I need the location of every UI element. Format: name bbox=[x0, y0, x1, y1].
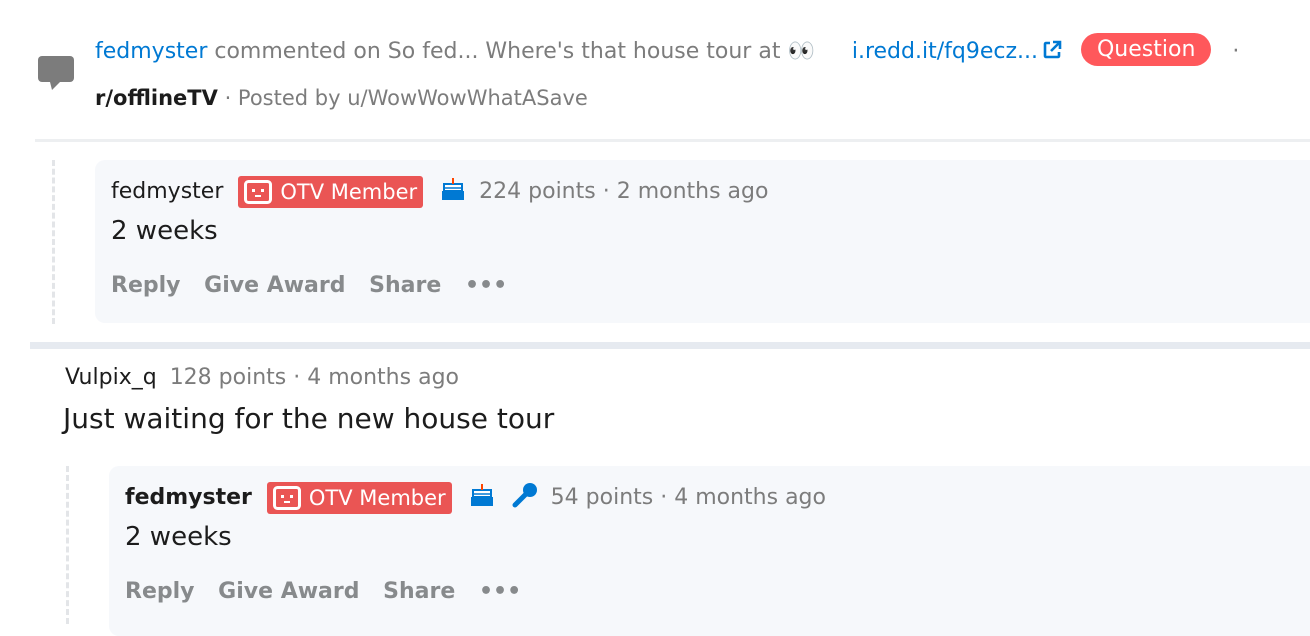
post-url-link[interactable]: i.redd.it/fq9ecz... bbox=[852, 39, 1038, 64]
comment-points: 224 points bbox=[479, 179, 596, 204]
reply-button[interactable]: Reply bbox=[111, 273, 181, 298]
comment-body: 2 weeks bbox=[111, 216, 218, 246]
comment-body: 2 weeks bbox=[125, 522, 232, 552]
comment-time: · 4 months ago bbox=[293, 365, 459, 390]
otv-flair-label: OTV Member bbox=[280, 180, 418, 204]
reply-button[interactable]: Reply bbox=[125, 579, 195, 604]
share-button[interactable]: Share bbox=[369, 273, 441, 298]
comment-meta: fedmyster OTV Member 54 points · 4 month… bbox=[125, 482, 826, 514]
cake-day-icon bbox=[442, 178, 465, 200]
comment-time: · 2 months ago bbox=[602, 179, 769, 204]
otv-member-flair: OTV Member bbox=[266, 482, 452, 514]
otv-face-icon bbox=[272, 486, 301, 510]
post-subheader: r/offlineTV · Posted by u/WowWowWhatASav… bbox=[95, 86, 588, 110]
question-flair[interactable]: Question bbox=[1080, 33, 1212, 66]
comment-box-3: fedmyster OTV Member 54 points · 4 month… bbox=[109, 466, 1310, 636]
comment-actions: Reply Give Award Share ••• bbox=[125, 579, 537, 604]
otv-member-flair: OTV Member bbox=[238, 176, 424, 208]
share-button[interactable]: Share bbox=[383, 579, 455, 604]
comment-icon bbox=[38, 56, 74, 90]
comment-actions: Reply Give Award Share ••• bbox=[111, 273, 523, 298]
microphone-icon bbox=[512, 483, 537, 508]
post-header-line: fedmyster commented on So fed... Where's… bbox=[95, 33, 1239, 66]
otv-flair-label: OTV Member bbox=[308, 486, 446, 510]
comment-body: Just waiting for the new house tour bbox=[63, 402, 555, 435]
comment-points: 128 points bbox=[169, 365, 287, 390]
thread-line[interactable] bbox=[66, 466, 69, 624]
comment-meta: fedmyster OTV Member 224 points · 2 mont… bbox=[111, 176, 768, 208]
give-award-button[interactable]: Give Award bbox=[204, 273, 345, 298]
commenter-link[interactable]: fedmyster bbox=[95, 39, 207, 64]
header-divider bbox=[35, 139, 1310, 142]
subreddit-link[interactable]: r/offlineTV bbox=[95, 86, 218, 110]
thread-line[interactable] bbox=[52, 160, 55, 324]
comment-box-1: fedmyster OTV Member 224 points · 2 mont… bbox=[95, 160, 1310, 323]
post-title-link[interactable]: So fed... Where's that house tour at 👀 bbox=[388, 39, 815, 64]
cake-day-icon bbox=[470, 484, 493, 506]
more-options-button[interactable]: ••• bbox=[479, 579, 521, 604]
separator-dot: · bbox=[1232, 39, 1240, 64]
external-link-icon[interactable] bbox=[1042, 40, 1062, 60]
commented-on-text: commented on bbox=[214, 39, 381, 64]
otv-face-icon bbox=[244, 180, 273, 204]
comment-author[interactable]: fedmyster bbox=[125, 485, 252, 510]
comment-points: 54 points bbox=[550, 485, 654, 510]
comment-author[interactable]: Vulpix_q bbox=[65, 365, 157, 390]
comment-time: · 4 months ago bbox=[660, 485, 826, 510]
comment-divider bbox=[30, 342, 1310, 349]
more-options-button[interactable]: ••• bbox=[465, 273, 507, 298]
posted-by-text: · Posted by u/WowWowWhatASave bbox=[224, 86, 588, 110]
comment-author[interactable]: fedmyster bbox=[111, 179, 223, 204]
give-award-button[interactable]: Give Award bbox=[218, 579, 359, 604]
comment-meta: Vulpix_q 128 points · 4 months ago bbox=[65, 365, 459, 390]
